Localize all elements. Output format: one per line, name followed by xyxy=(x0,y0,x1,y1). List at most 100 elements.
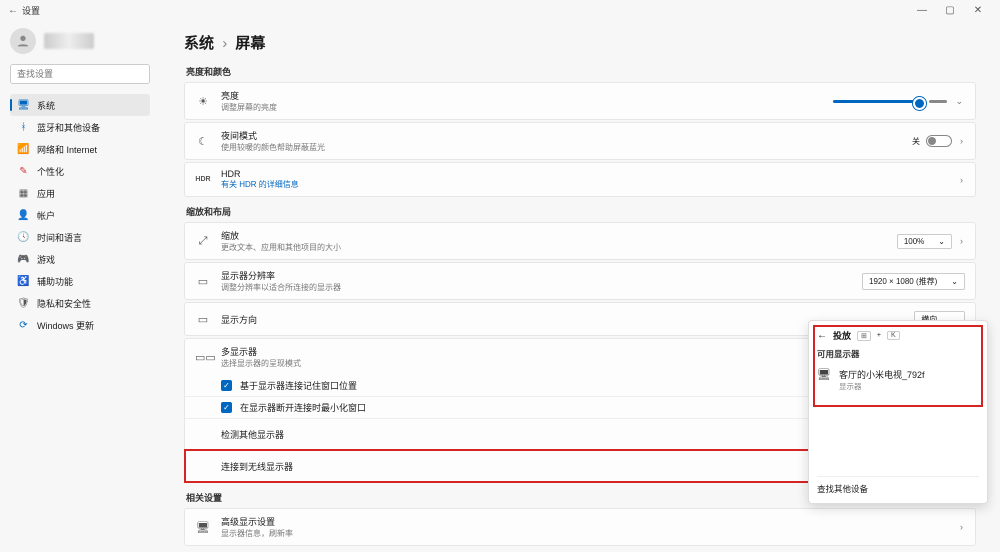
flyout-section-available: 可用显示器 xyxy=(817,348,979,360)
brightness-sub: 调整屏幕的亮度 xyxy=(221,102,823,113)
window-title: 设置 xyxy=(22,4,40,17)
sidebar-item-0[interactable]: 🖥 系统 xyxy=(10,94,150,116)
night-title: 夜间模式 xyxy=(221,129,902,142)
sidebar-item-8[interactable]: ♿ 辅助功能 xyxy=(10,270,150,292)
nav-icon: ⟳ xyxy=(18,320,29,331)
flyout-title: 投放 xyxy=(833,329,851,342)
moon-icon: ☾ xyxy=(195,135,211,148)
search-input[interactable] xyxy=(10,64,150,84)
nav-label: Windows 更新 xyxy=(37,319,94,332)
adv-title: 高级显示设置 xyxy=(221,515,948,528)
sun-icon: ☀ xyxy=(195,95,211,108)
close-button[interactable]: ✕ xyxy=(964,5,992,16)
checkbox-icon: ✓ xyxy=(221,380,232,391)
nav-label: 隐私和安全性 xyxy=(37,297,91,310)
nav-icon: ♿ xyxy=(18,276,29,287)
sidebar-item-4[interactable]: ▦ 应用 xyxy=(10,182,150,204)
nav-icon: 🎮 xyxy=(18,254,29,265)
titlebar-back[interactable]: ← xyxy=(8,5,22,16)
orient-title: 显示方向 xyxy=(221,313,904,326)
resolution-icon: ▭ xyxy=(195,275,211,288)
sidebar-item-3[interactable]: ✎ 个性化 xyxy=(10,160,150,182)
sidebar-item-1[interactable]: ᚼ 蓝牙和其他设备 xyxy=(10,116,150,138)
hdr-link[interactable]: 有关 HDR 的详细信息 xyxy=(221,179,948,190)
flyout-find-other[interactable]: 查找其他设备 xyxy=(817,476,979,495)
night-state: 关 xyxy=(912,136,920,147)
night-toggle[interactable] xyxy=(926,135,952,147)
row-resolution[interactable]: ▭ 显示器分辨率调整分辨率以适合所连接的显示器 1920 × 1080 (推荐)… xyxy=(185,263,975,299)
res-title: 显示器分辨率 xyxy=(221,269,852,282)
maximize-button[interactable]: ▢ xyxy=(936,5,964,16)
checkbox-icon: ✓ xyxy=(221,402,232,413)
sidebar: 🖥 系统 ᚼ 蓝牙和其他设备 📶 网络和 Internet ✎ 个性化 ▦ 应用 👤帐户🕓时间和语言… xyxy=(0,20,160,552)
sidebar-item-2[interactable]: 📶 网络和 Internet xyxy=(10,138,150,160)
hdr-title: HDR xyxy=(221,169,948,179)
chevron-down-icon[interactable]: ⌄ xyxy=(953,96,965,107)
chevron-right-icon[interactable]: › xyxy=(958,175,965,185)
hdr-icon: HDR xyxy=(195,176,211,183)
user-name-blurred xyxy=(44,33,94,49)
user-block[interactable] xyxy=(10,28,150,54)
row-scale[interactable]: ⤢ 缩放更改文本、应用和其他项目的大小 100%⌄ › xyxy=(185,223,975,259)
nav-label: 系统 xyxy=(37,99,55,112)
breadcrumb-sep: › xyxy=(222,35,227,52)
cast-flyout: ← 投放 ⊞ + K 可用显示器 🖥 客厅的小米电视_792f显示器 查找其他设… xyxy=(808,320,988,504)
row-advanced-display[interactable]: 🖥 高级显示设置显示器信息，刷新率 › xyxy=(185,509,975,545)
nav-label: 辅助功能 xyxy=(37,275,73,288)
resolution-dropdown[interactable]: 1920 × 1080 (推荐)⌄ xyxy=(862,273,965,290)
scale-dropdown[interactable]: 100%⌄ xyxy=(897,234,952,249)
chevron-right-icon[interactable]: › xyxy=(958,136,965,146)
sidebar-item-5[interactable]: 👤帐户 xyxy=(10,204,150,226)
adv-sub: 显示器信息，刷新率 xyxy=(221,528,948,539)
row-night-light[interactable]: ☾ 夜间模式使用较暖的颜色帮助屏蔽蓝光 关 › xyxy=(185,123,975,159)
nav-label: 游戏 xyxy=(37,253,55,266)
flyout-back[interactable]: ← xyxy=(817,330,827,341)
chk2-label: 在显示器断开连接时最小化窗口 xyxy=(240,401,366,414)
avatar-icon xyxy=(10,28,36,54)
kbd-plus: + xyxy=(877,332,881,339)
nav-icon: 🖥 xyxy=(18,100,29,111)
scale-icon: ⤢ xyxy=(195,235,211,248)
nav-icon: ✎ xyxy=(18,166,29,177)
device-item[interactable]: 🖥 客厅的小米电视_792f显示器 xyxy=(817,364,979,396)
monitor-icon: 🖥 xyxy=(195,521,211,534)
scale-sub: 更改文本、应用和其他项目的大小 xyxy=(221,242,887,253)
sidebar-item-9[interactable]: 🛡隐私和安全性 xyxy=(10,292,150,314)
nav-icon: 🕓 xyxy=(18,232,29,243)
scale-title: 缩放 xyxy=(221,229,887,242)
brightness-title: 亮度 xyxy=(221,89,823,102)
night-sub: 使用较暖的颜色帮助屏蔽蓝光 xyxy=(221,142,902,153)
breadcrumb-display: 屏幕 xyxy=(235,35,265,52)
wireless-label: 连接到无线显示器 xyxy=(221,460,909,473)
nav-label: 应用 xyxy=(37,187,55,200)
sidebar-item-7[interactable]: 🎮 游戏 xyxy=(10,248,150,270)
nav-label: 个性化 xyxy=(37,165,64,178)
slider-track xyxy=(929,100,947,103)
kbd-k: K xyxy=(887,331,900,340)
brightness-slider[interactable] xyxy=(833,100,923,103)
tv-icon: 🖥 xyxy=(817,368,831,392)
device-type: 显示器 xyxy=(839,381,925,392)
sidebar-item-6[interactable]: 🕓时间和语言 xyxy=(10,226,150,248)
res-sub: 调整分辨率以适合所连接的显示器 xyxy=(221,282,852,293)
multi-display-icon: ▭▭ xyxy=(195,351,211,364)
nav-label: 蓝牙和其他设备 xyxy=(37,121,100,134)
section-brightness-color: 亮度和颜色 xyxy=(186,65,976,78)
nav-icon: 👤 xyxy=(18,210,29,221)
sidebar-item-10[interactable]: ⟳ Windows 更新 xyxy=(10,314,150,336)
chevron-right-icon[interactable]: › xyxy=(958,236,965,246)
nav-icon: 📶 xyxy=(18,144,29,155)
row-brightness[interactable]: ☀ 亮度调整屏幕的亮度 ⌄ xyxy=(185,83,975,119)
minimize-button[interactable]: — xyxy=(908,5,936,16)
nav-icon: ᚼ xyxy=(18,122,29,133)
device-name: 客厅的小米电视_792f xyxy=(839,368,925,381)
nav-icon: ▦ xyxy=(18,188,29,199)
breadcrumb-system[interactable]: 系统 xyxy=(184,35,214,52)
row-hdr[interactable]: HDR HDR有关 HDR 的详细信息 › xyxy=(185,163,975,196)
chk1-label: 基于显示器连接记住窗口位置 xyxy=(240,379,357,392)
kbd-win-icon: ⊞ xyxy=(857,331,871,341)
detect-label: 检测其他显示器 xyxy=(221,428,909,441)
nav-label: 网络和 Internet xyxy=(37,143,97,156)
orientation-icon: ▭ xyxy=(195,313,211,326)
chevron-right-icon[interactable]: › xyxy=(958,522,965,532)
